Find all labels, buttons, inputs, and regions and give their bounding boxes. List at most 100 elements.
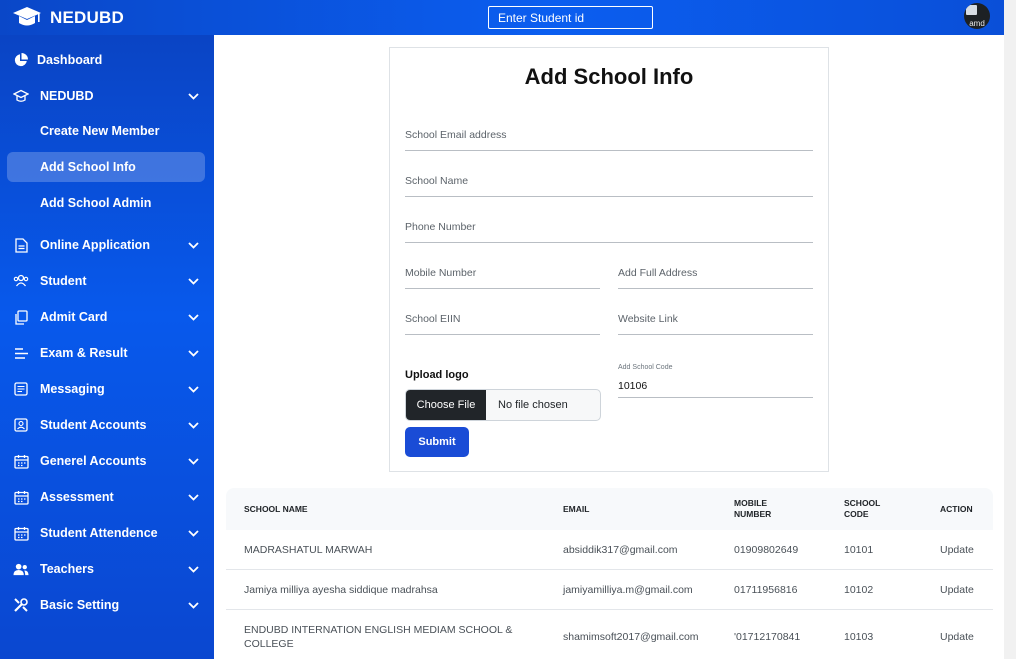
cell-school-name: Jamiya milliya ayesha siddique madrahsa — [244, 584, 438, 596]
cell-email: shamimsoft2017@gmail.com — [563, 631, 699, 643]
sidebar-item-label: Online Application — [40, 238, 150, 252]
phone-number-field[interactable]: Phone Number — [405, 211, 813, 243]
chevron-down-icon — [187, 311, 199, 323]
pie-chart-icon — [13, 52, 29, 68]
school-eiin-field[interactable]: School EIIN — [405, 303, 600, 335]
header-email: EMAIL — [563, 504, 590, 514]
update-link[interactable]: Update — [940, 543, 974, 557]
table-row: Jamiya milliya ayesha siddique madrahsa … — [226, 570, 993, 610]
update-link[interactable]: Update — [940, 630, 974, 644]
sidebar-item-exam-result[interactable]: Exam & Result — [0, 335, 214, 371]
graduation-cap-logo-icon — [12, 6, 42, 30]
file-status-text: No file chosen — [498, 399, 568, 411]
cell-code: 10102 — [844, 584, 874, 596]
sidebar-item-label: Dashboard — [37, 53, 103, 67]
school-code-label: Add School Code — [618, 364, 673, 371]
school-email-field[interactable]: School Email address — [405, 119, 813, 151]
chevron-down-icon — [187, 563, 199, 575]
sidebar-item-nedubd[interactable]: NEDUBD — [0, 78, 214, 114]
sidebar-item-teachers[interactable]: Teachers — [0, 551, 214, 587]
school-name-field[interactable]: School Name — [405, 165, 813, 197]
sidebar-subitem-label: Create New Member — [40, 124, 160, 138]
graduation-cap-icon — [13, 88, 29, 104]
add-school-info-form: Add School Info School Email address Sch… — [389, 47, 829, 472]
sidebar-item-assessment[interactable]: Assessment — [0, 479, 214, 515]
sidebar-item-admit-card[interactable]: Admit Card — [0, 299, 214, 335]
submit-button[interactable]: Submit — [405, 427, 469, 457]
cell-mobile: 01711956816 — [734, 584, 798, 596]
cell-mobile: 01909802649 — [734, 544, 799, 556]
chevron-down-icon — [187, 419, 199, 431]
website-link-field[interactable]: Website Link — [618, 303, 813, 335]
sidebar-item-student-attendence[interactable]: Student Attendence — [0, 515, 214, 551]
choose-file-button[interactable]: Choose File — [406, 390, 486, 420]
main-content: Add School Info School Email address Sch… — [214, 35, 1004, 659]
cell-school-name: ENDUBD INTERNATION ENGLISH MEDIAM SCHOOL… — [244, 624, 513, 650]
table-row: MADRASHATUL MARWAH absiddik317@gmail.com… — [226, 530, 993, 570]
chevron-down-icon — [187, 275, 199, 287]
cell-code: 10101 — [844, 544, 874, 556]
sidebar-item-label: Basic Setting — [40, 598, 120, 612]
chevron-down-icon — [187, 455, 199, 467]
brand-name: NEDUBD — [50, 7, 124, 27]
full-address-placeholder: Add Full Address — [618, 267, 698, 279]
sidebar-item-label: Student Attendence — [40, 526, 158, 540]
calendar-icon — [13, 489, 29, 505]
school-eiin-placeholder: School EIIN — [405, 313, 461, 325]
cell-mobile: '01712170841 — [734, 631, 801, 643]
sidebar-item-messaging[interactable]: Messaging — [0, 371, 214, 407]
sidebar-item-online-application[interactable]: Online Application — [0, 227, 214, 263]
sidebar-item-dashboard[interactable]: Dashboard — [0, 42, 214, 78]
sidebar-item-label: Student — [40, 274, 87, 288]
tools-icon — [13, 597, 29, 613]
sidebar-item-student[interactable]: Student — [0, 263, 214, 299]
card-copy-icon — [13, 309, 29, 325]
school-name-placeholder: School Name — [405, 175, 469, 187]
website-link-placeholder: Website Link — [618, 313, 678, 325]
sidebar-item-label: Generel Accounts — [40, 454, 147, 468]
users-icon — [13, 273, 29, 289]
logo-file-input[interactable]: Choose File No file chosen — [405, 389, 601, 421]
phone-number-placeholder: Phone Number — [405, 221, 476, 233]
sidebar-item-basic-setting[interactable]: Basic Setting — [0, 587, 214, 623]
users-icon — [13, 561, 29, 577]
cell-email: absiddik317@gmail.com — [563, 544, 678, 556]
sidebar-item-student-accounts[interactable]: Student Accounts — [0, 407, 214, 443]
brand[interactable]: NEDUBD — [0, 6, 124, 30]
table-header: SCHOOL NAME EMAIL MOBILE NUMBER SCHOOL C… — [226, 488, 993, 530]
student-id-search-input[interactable] — [488, 6, 653, 29]
sidebar: Dashboard NEDUBD Create New Member Add S… — [0, 35, 214, 659]
sidebar-subitem-label: Add School Admin — [40, 196, 152, 210]
school-code-value: 10106 — [618, 380, 648, 392]
account-box-icon — [13, 417, 29, 433]
sidebar-item-label: Assessment — [40, 490, 114, 504]
full-address-field[interactable]: Add Full Address — [618, 257, 813, 289]
sidebar-item-generel-accounts[interactable]: Generel Accounts — [0, 443, 214, 479]
sidebar-subitem-add-school-admin[interactable]: Add School Admin — [0, 188, 214, 218]
sidebar-item-label: Exam & Result — [40, 346, 128, 360]
cell-email: jamiyamilliya.m@gmail.com — [563, 584, 693, 596]
mobile-number-placeholder: Mobile Number — [405, 267, 477, 279]
header-school-code: SCHOOL CODE — [844, 498, 881, 519]
broken-image-icon — [966, 5, 977, 15]
document-icon — [13, 237, 29, 253]
school-code-field[interactable]: Add School Code 10106 — [618, 364, 813, 398]
mobile-number-field[interactable]: Mobile Number — [405, 257, 600, 289]
sidebar-subitem-create-new-member[interactable]: Create New Member — [0, 116, 214, 146]
message-list-icon — [13, 381, 29, 397]
avatar-alt-text: amd — [969, 19, 985, 28]
sidebar-item-label: NEDUBD — [40, 89, 94, 103]
sidebar-subitem-add-school-info[interactable]: Add School Info — [0, 152, 214, 182]
chevron-down-icon — [187, 599, 199, 611]
table-row: ENDUBD INTERNATION ENGLISH MEDIAM SCHOOL… — [226, 610, 993, 659]
cell-school-name: MADRASHATUL MARWAH — [244, 544, 373, 556]
update-link[interactable]: Update — [940, 583, 974, 597]
align-left-icon — [13, 345, 29, 361]
school-email-placeholder: School Email address — [405, 129, 507, 141]
avatar[interactable]: amd — [964, 3, 990, 29]
cell-code: 10103 — [844, 631, 874, 643]
page-scrollbar[interactable] — [1004, 0, 1016, 659]
chevron-down-icon — [187, 491, 199, 503]
sidebar-item-label: Teachers — [40, 562, 94, 576]
upload-logo-label: Upload logo — [405, 369, 469, 381]
